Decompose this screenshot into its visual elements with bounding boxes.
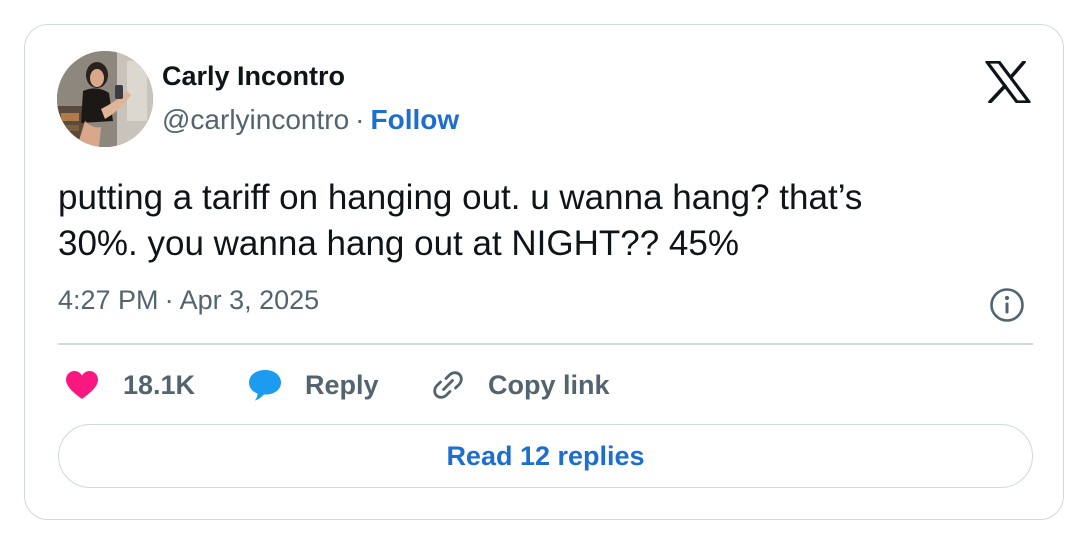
like-count: 18.1K	[123, 369, 196, 400]
like-button[interactable]: 18.1K	[65, 365, 195, 405]
avatar[interactable]	[57, 51, 153, 147]
info-icon[interactable]	[989, 287, 1025, 323]
tweet-text-line-1: putting a tariff on hanging out. u wanna…	[58, 178, 863, 217]
tweet-date: Apr 3, 2025	[179, 285, 320, 315]
tweet-embed-card: Carly Incontro @carlyincontro · Follow put…	[24, 24, 1064, 520]
follow-link[interactable]: Follow	[370, 104, 459, 135]
speech-bubble-icon	[249, 370, 281, 401]
tweet-text: putting a tariff on hanging out. u wanna…	[58, 175, 1018, 267]
x-logo-icon[interactable]	[985, 61, 1031, 103]
author-handle-row: @carlyincontro · Follow	[162, 104, 459, 136]
read-replies-label: Read 12 replies	[446, 440, 645, 471]
reply-label: Reply	[305, 369, 379, 400]
heart-icon	[66, 371, 98, 399]
read-replies-button[interactable]: Read 12 replies	[58, 424, 1033, 488]
tweet-text-line-2: 30%. you wanna hang out at NIGHT?? 45%	[58, 224, 739, 263]
copy-link-button[interactable]: Copy link	[430, 365, 610, 405]
link-icon	[433, 371, 463, 399]
author-handle[interactable]: @carlyincontro	[162, 104, 349, 135]
author-name[interactable]: Carly Incontro	[162, 61, 345, 92]
avatar-photo	[57, 51, 153, 147]
timestamp-separator: ·	[164, 285, 174, 315]
tweet-timestamp[interactable]: 4:27 PM · Apr 3, 2025	[58, 285, 319, 316]
reply-button[interactable]: Reply	[247, 365, 379, 405]
copy-link-label: Copy link	[488, 369, 610, 400]
handle-separator: ·	[355, 104, 365, 135]
tweet-time: 4:27 PM	[58, 285, 159, 315]
divider	[58, 343, 1033, 345]
